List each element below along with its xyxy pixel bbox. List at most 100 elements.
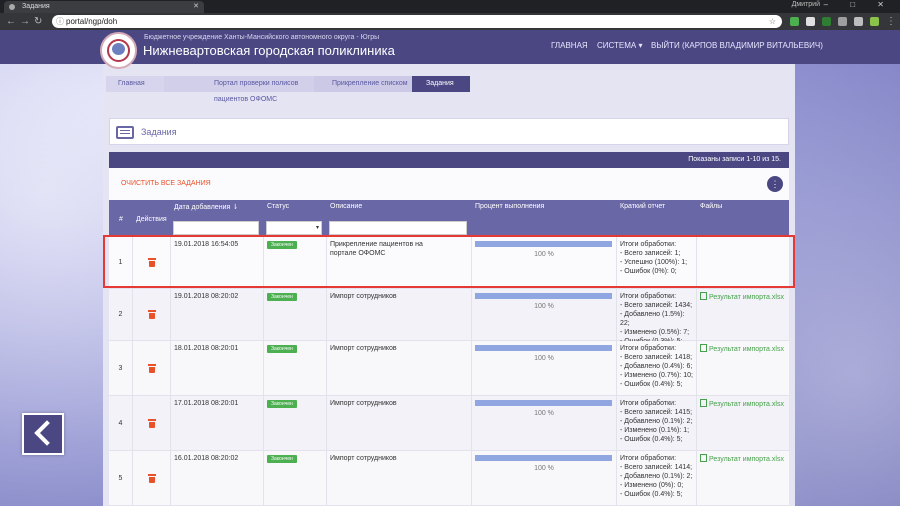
column-header-status: Статус ▾ xyxy=(264,200,327,237)
status-badge: Закончен xyxy=(267,455,297,463)
info-icon[interactable]: ⓘ xyxy=(56,15,64,28)
window-controls[interactable]: – □ ✕ xyxy=(824,0,894,9)
extension-icon[interactable] xyxy=(790,17,799,26)
row-actions xyxy=(133,396,171,450)
row-files: Результат импорта.xlsx xyxy=(697,396,789,450)
report-line: - Всего записей: 1434; xyxy=(620,302,693,309)
report-line: - Изменено (0.7%): 10; xyxy=(620,372,693,379)
url-text: portal/ngp/doh xyxy=(66,17,118,26)
trash-icon[interactable] xyxy=(148,310,156,319)
reload-icon[interactable]: ↻ xyxy=(34,15,42,28)
nav-home[interactable]: ГЛАВНАЯ xyxy=(551,41,588,50)
grid-summary: Показаны записи 1-10 из 15. xyxy=(688,156,781,163)
back-arrow-icon[interactable]: ← xyxy=(6,15,16,28)
breadcrumb-item[interactable]: Прикрепление списком xyxy=(314,76,420,92)
report-line: Итоги обработки: xyxy=(620,400,677,407)
browser-tab[interactable]: Задания ✕ xyxy=(4,1,204,13)
report-line: Итоги обработки: xyxy=(620,293,677,300)
browser-address-bar: ← → ↻ ⓘ portal/ngp/doh ☆ ⋮ xyxy=(0,13,900,30)
excel-file-link[interactable]: Результат импорта.xlsx xyxy=(700,346,784,353)
column-header-actions: Действия xyxy=(133,200,171,237)
excel-file-link[interactable]: Результат импорта.xlsx xyxy=(700,401,784,408)
clear-all-tasks-button[interactable]: ОЧИСТИТЬ ВСЕ ЗАДАНИЯ xyxy=(121,180,211,187)
list-icon xyxy=(116,126,134,139)
row-report: Итоги обработки: - Всего записей: 1414; - … xyxy=(617,451,697,505)
extension-icon[interactable] xyxy=(822,17,831,26)
clinic-logo[interactable] xyxy=(100,32,137,69)
column-header-label: Статус xyxy=(267,203,290,210)
excel-file-link[interactable]: Результат импорта.xlsx xyxy=(700,456,784,463)
breadcrumb-current: Задания xyxy=(412,76,470,92)
url-input[interactable]: ⓘ portal/ngp/doh ☆ xyxy=(52,15,782,28)
back-button[interactable] xyxy=(22,413,64,455)
column-header-report: Краткий отчет xyxy=(617,200,697,237)
extension-icon[interactable] xyxy=(806,17,815,26)
report-line: Итоги обработки: xyxy=(620,455,677,462)
trash-icon[interactable] xyxy=(148,473,156,483)
row-files: Результат импорта.xlsx xyxy=(697,289,789,340)
row-date: 16.01.2018 08:20:02 xyxy=(171,451,264,505)
progress-bar xyxy=(475,455,612,461)
trash-icon[interactable] xyxy=(148,418,156,428)
row-files: Результат импорта.xlsx xyxy=(697,451,789,505)
favicon-icon xyxy=(9,4,15,10)
table-row[interactable]: 2 19.01.2018 08:20:02 Закончен Импорт сотру… xyxy=(109,289,789,345)
report-line: - Добавлено (1.5%): 22; xyxy=(620,311,685,327)
excel-file-link[interactable]: Результат импорта.xlsx xyxy=(700,294,784,301)
chevron-left-icon xyxy=(34,420,60,446)
extension-icon[interactable] xyxy=(838,17,847,26)
date-filter-input[interactable] xyxy=(173,221,259,235)
report-line: - Изменено (0.1%): 1; xyxy=(620,427,690,434)
progress-bar xyxy=(475,400,612,406)
breadcrumb-item[interactable]: Портал проверки полисов пациентов ОФОМС xyxy=(156,76,326,103)
row-progress: 100 % xyxy=(472,341,617,395)
row-date: 17.01.2018 08:20:01 xyxy=(171,396,264,450)
report-line: - Добавлено (0.1%): 2; xyxy=(620,473,693,480)
page-title-panel: Задания xyxy=(109,118,789,145)
status-filter-select[interactable]: ▾ xyxy=(266,221,322,235)
browser-user-name[interactable]: Дмитрий xyxy=(792,1,820,8)
extension-icon[interactable] xyxy=(854,17,863,26)
breadcrumb-item[interactable]: Главная xyxy=(106,76,164,92)
table-row[interactable]: 5 16.01.2018 08:20:02 Закончен Импорт сотру… xyxy=(109,451,789,506)
row-description: Импорт сотрудников xyxy=(327,289,472,340)
bookmark-star-icon[interactable]: ☆ xyxy=(769,15,776,28)
table-row[interactable]: 3 18.01.2018 08:20:01 Закончен Импорт сотру… xyxy=(109,341,789,396)
row-status: Закончен xyxy=(264,396,327,450)
grid-summary-bar: Показаны записи 1-10 из 15. xyxy=(109,152,789,168)
row-number: 5 xyxy=(109,451,133,505)
row-report: Итоги обработки: - Всего записей: 1434; - … xyxy=(617,289,697,345)
row-actions xyxy=(133,289,171,340)
row-progress: 100 % xyxy=(472,396,617,450)
column-header-date[interactable]: Дата добавления ⇂ xyxy=(171,200,264,237)
column-header-description: Описание xyxy=(327,200,472,237)
progress-bar xyxy=(475,345,612,351)
row-number: 4 xyxy=(109,396,133,450)
nav-logout[interactable]: ВЫЙТИ (КАРПОВ ВЛАДИМИР ВИТАЛЬЕВИЧ) xyxy=(651,41,823,50)
forward-arrow-icon[interactable]: → xyxy=(20,15,30,28)
row-status: Закончен xyxy=(264,289,327,340)
site-title: Нижневартовская городская поликлиника xyxy=(143,43,395,58)
column-header-label: Описание xyxy=(330,203,363,210)
status-badge: Закончен xyxy=(267,293,297,301)
report-line: - Добавлено (0.1%): 2; xyxy=(620,418,693,425)
status-badge: Закончен xyxy=(267,345,297,353)
tab-close-icon[interactable]: ✕ xyxy=(193,1,199,13)
progress-percent: 100 % xyxy=(534,410,554,417)
extension-icon[interactable] xyxy=(870,17,879,26)
tab-title: Задания xyxy=(22,3,50,10)
table-row[interactable]: 4 17.01.2018 08:20:01 Закончен Импорт сотру… xyxy=(109,396,789,451)
more-options-icon[interactable]: ⋮ xyxy=(767,176,783,192)
row-status: Закончен xyxy=(264,341,327,395)
column-header-num: # xyxy=(109,200,133,237)
report-line: - Ошибок (0.4%): 5; xyxy=(620,436,683,443)
browser-menu-icon[interactable]: ⋮ xyxy=(886,15,896,28)
row-report: Итоги обработки: - Всего записей: 1418; - … xyxy=(617,341,697,395)
description-filter-input[interactable] xyxy=(329,221,467,235)
column-header-files: Файлы xyxy=(697,200,789,237)
nav-system[interactable]: СИСТЕМА ▾ xyxy=(597,41,643,50)
row-number: 2 xyxy=(109,289,133,340)
trash-icon[interactable] xyxy=(148,363,156,373)
report-line: - Изменено (0.5%): 7; xyxy=(620,329,690,336)
row-date: 19.01.2018 08:20:02 xyxy=(171,289,264,340)
